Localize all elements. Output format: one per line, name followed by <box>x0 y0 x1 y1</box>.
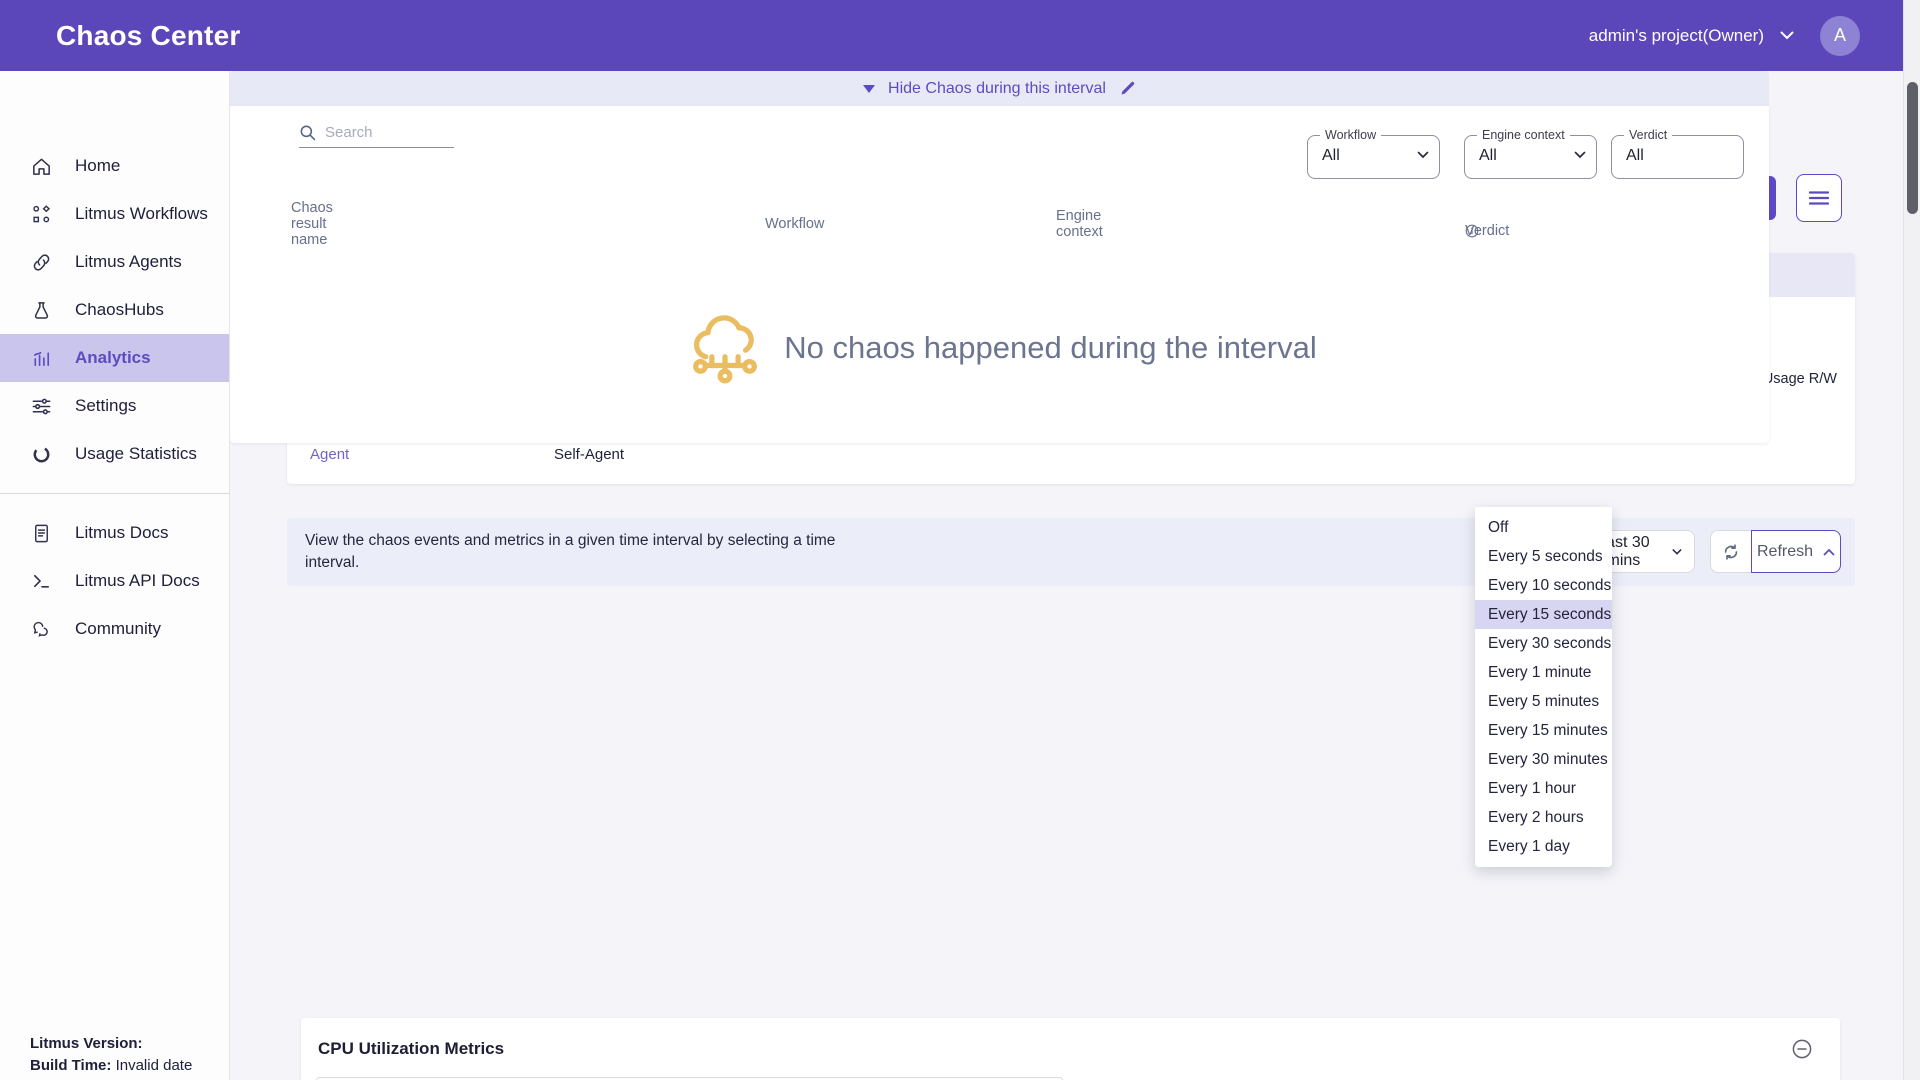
empty-state: No chaos happened during the interval <box>230 306 1769 390</box>
filter-label: Engine context <box>1477 128 1570 142</box>
dashboard-menu-button[interactable] <box>1796 174 1842 222</box>
build-time-label: Build Time: <box>30 1057 111 1074</box>
sidebar-item-litmus-workflows[interactable]: Litmus Workflows <box>0 190 229 238</box>
config-label-agent: Agent <box>310 446 554 463</box>
top-header: Chaos Center admin's project(Owner) A <box>0 0 1920 71</box>
refresh-option-1m[interactable]: Every 1 minute <box>1475 658 1612 687</box>
settings-icon <box>30 395 53 418</box>
refresh-option-10s[interactable]: Every 10 seconds <box>1475 571 1612 600</box>
sidebar: Home Litmus Workflows Litmus Agents Chao… <box>0 71 230 1080</box>
filter-label: Workflow <box>1320 128 1381 142</box>
home-icon <box>30 155 53 178</box>
sidebar-item-label: ChaosHubs <box>75 300 164 320</box>
main-content: Analytics / Application-dashboard Back S… <box>230 71 1903 1080</box>
engine-context-filter-select[interactable]: Engine context All <box>1464 135 1597 179</box>
sidebar-item-label: Analytics <box>75 348 151 368</box>
analytics-icon <box>30 347 53 370</box>
avatar-initial: A <box>1834 25 1846 46</box>
sidebar-item-litmus-agents[interactable]: Litmus Agents <box>0 238 229 286</box>
refresh-option-off[interactable]: Off <box>1475 513 1612 542</box>
refresh-option-15m[interactable]: Every 15 minutes <box>1475 716 1612 745</box>
collapse-minus-icon[interactable] <box>1792 1039 1812 1059</box>
refresh-now-button[interactable] <box>1710 530 1751 573</box>
hamburger-icon <box>1809 191 1829 205</box>
usage-icon <box>30 443 53 466</box>
workflows-icon <box>30 203 53 226</box>
edit-pencil-icon[interactable] <box>1119 80 1136 97</box>
chevron-down-icon <box>1672 548 1682 556</box>
chevron-up-icon <box>1823 548 1835 556</box>
cpu-utilization-section: CPU Utilization Metrics <box>301 1018 1840 1080</box>
community-icon <box>30 618 53 641</box>
agents-icon <box>30 251 53 274</box>
version-info: Litmus Version: Build Time: Invalid date <box>30 1033 192 1077</box>
refresh-option-5m[interactable]: Every 5 minutes <box>1475 687 1612 716</box>
scrollbar-thumb[interactable] <box>1907 82 1918 214</box>
cpu-section-title: CPU Utilization Metrics <box>318 1039 504 1059</box>
project-switcher[interactable]: admin's project(Owner) <box>1589 26 1794 46</box>
project-label: admin's project(Owner) <box>1589 26 1764 46</box>
sidebar-item-analytics[interactable]: Analytics <box>0 334 229 382</box>
collapse-triangle-icon <box>863 85 875 93</box>
sidebar-item-label: Usage Statistics <box>75 444 197 464</box>
refresh-rate-menu: Off Every 5 seconds Every 10 seconds Eve… <box>1475 507 1612 867</box>
column-verdict: Verdict <box>1465 224 1479 238</box>
filter-label: Verdict <box>1624 128 1672 142</box>
refresh-rate-dropdown[interactable]: Refresh <box>1751 530 1841 573</box>
sidebar-item-label: Litmus Workflows <box>75 204 208 224</box>
workflow-filter-select[interactable]: Workflow All <box>1307 135 1440 179</box>
refresh-option-30m[interactable]: Every 30 minutes <box>1475 745 1612 774</box>
search-field[interactable] <box>299 124 454 148</box>
interval-description: View the chaos events and metrics in a g… <box>305 530 865 574</box>
cloud-network-icon <box>682 306 768 390</box>
hide-chaos-toggle[interactable]: Hide Chaos during this interval <box>230 71 1769 106</box>
chaoshubs-icon <box>30 299 53 322</box>
empty-message: No chaos happened during the interval <box>784 330 1317 366</box>
refresh-option-1h[interactable]: Every 1 hour <box>1475 774 1612 803</box>
sidebar-item-community[interactable]: Community <box>0 605 229 653</box>
hide-chaos-label: Hide Chaos during this interval <box>888 80 1106 98</box>
sidebar-item-label: Litmus Docs <box>75 523 169 543</box>
refresh-icon <box>1721 542 1741 562</box>
refresh-option-5s[interactable]: Every 5 seconds <box>1475 542 1612 571</box>
refresh-option-15s[interactable]: Every 15 seconds <box>1475 600 1612 629</box>
sidebar-item-label: Litmus API Docs <box>75 571 200 591</box>
sidebar-item-label: Settings <box>75 396 136 416</box>
sidebar-item-settings[interactable]: Settings <box>0 382 229 430</box>
search-input[interactable] <box>325 124 440 141</box>
search-icon <box>299 124 316 141</box>
config-value-agent: Self-Agent <box>554 446 739 463</box>
terminal-icon <box>30 570 53 593</box>
sidebar-divider <box>0 493 230 494</box>
refresh-label: Refresh <box>1757 543 1813 561</box>
chevron-down-icon <box>1417 151 1429 159</box>
app-title: Chaos Center <box>56 20 240 52</box>
litmus-version-label: Litmus Version: <box>30 1035 143 1052</box>
filter-value: All <box>1479 147 1497 165</box>
chevron-down-icon <box>1574 151 1586 159</box>
chaos-center-app: Chaos Center admin's project(Owner) A Ho… <box>0 0 1920 1080</box>
sidebar-item-litmus-api-docs[interactable]: Litmus API Docs <box>0 557 229 605</box>
build-time-value: Invalid date <box>116 1057 193 1074</box>
sidebar-item-chaoshubs[interactable]: ChaosHubs <box>0 286 229 334</box>
refresh-option-1d[interactable]: Every 1 day <box>1475 832 1612 861</box>
page-scrollbar[interactable] <box>1903 0 1920 1080</box>
avatar[interactable]: A <box>1820 16 1860 56</box>
sidebar-item-label: Litmus Agents <box>75 252 182 272</box>
refresh-option-30s[interactable]: Every 30 seconds <box>1475 629 1612 658</box>
sidebar-item-litmus-docs[interactable]: Litmus Docs <box>0 509 229 557</box>
refresh-option-2h[interactable]: Every 2 hours <box>1475 803 1612 832</box>
sidebar-item-label: Community <box>75 619 161 639</box>
filter-value: All <box>1322 147 1340 165</box>
verdict-filter-select[interactable]: Verdict All <box>1611 135 1744 179</box>
sidebar-item-home[interactable]: Home <box>0 142 229 190</box>
sidebar-item-label: Home <box>75 156 120 176</box>
sidebar-item-usage-statistics[interactable]: Usage Statistics <box>0 430 229 478</box>
chevron-down-icon <box>1780 31 1794 40</box>
filter-value: All <box>1626 147 1644 165</box>
time-interval-bar: View the chaos events and metrics in a g… <box>287 518 1855 586</box>
docs-icon <box>30 522 53 545</box>
